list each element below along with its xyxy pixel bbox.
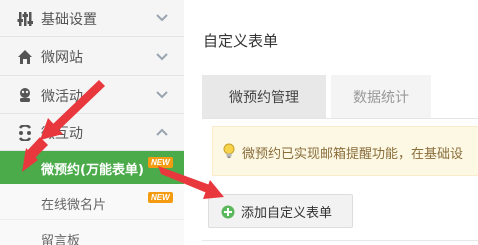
table-header-line [202,240,478,241]
wrench-icon [17,11,33,27]
page-title: 自定义表单 [203,32,279,50]
tab-divider [202,118,478,119]
new-badge: NEW [148,192,173,203]
sidebar-item-micro-activity[interactable]: 微活动 [0,76,184,114]
sidebar-subitem-reservation-form[interactable]: 微预约(万能表单) NEW [0,151,184,184]
sidebar-item-label: 基础设置 [41,12,97,28]
plus-circle-icon [221,204,235,219]
tab-data-statistics[interactable]: 数据统计 [331,75,431,118]
main-content: 自定义表单 微预约管理 数据统计 微预约已实现邮箱提醒功能，在基础设 添加自定义… [185,0,478,245]
sidebar-item-basic-settings[interactable]: 基础设置 [0,0,184,37]
sidebar-subitem-business-card[interactable]: 在线微名片 NEW [0,184,184,220]
interaction-icon [17,125,33,141]
chevron-up-icon [155,125,169,139]
sidebar-subitem-label: 在线微名片 [41,198,107,213]
new-badge: NEW [148,157,173,168]
sidebar-subitem-message-board[interactable]: 留言板 [0,220,184,245]
add-custom-form-button[interactable]: 添加自定义表单 [208,194,353,228]
sidebar-subitem-label: 留言板 [41,234,81,245]
chevron-down-icon [155,88,169,102]
sidebar-item-label: 微互动 [41,126,83,142]
chevron-down-icon [155,11,169,25]
chevron-down-icon [155,50,169,64]
lightbulb-icon [221,143,237,159]
sidebar-subitem-label: 微预约(万能表单) [41,163,144,178]
sidebar-item-label: 微活动 [41,89,83,105]
home-icon [17,49,33,65]
tab-reservation-management[interactable]: 微预约管理 [202,75,326,118]
sidebar: 基础设置 微网站 微活动 微互动 微预约(万能表单) NEW 在线微名片 NEW… [0,0,184,245]
notice-banner: 微预约已实现邮箱提醒功能，在基础设 [212,126,478,176]
activity-icon [17,87,33,103]
sidebar-item-label: 微网站 [41,50,83,66]
notice-text: 微预约已实现邮箱提醒功能，在基础设 [242,147,464,162]
sidebar-item-micro-interaction[interactable]: 微互动 [0,114,184,151]
sidebar-item-micro-site[interactable]: 微网站 [0,37,184,76]
add-button-label: 添加自定义表单 [241,205,333,221]
